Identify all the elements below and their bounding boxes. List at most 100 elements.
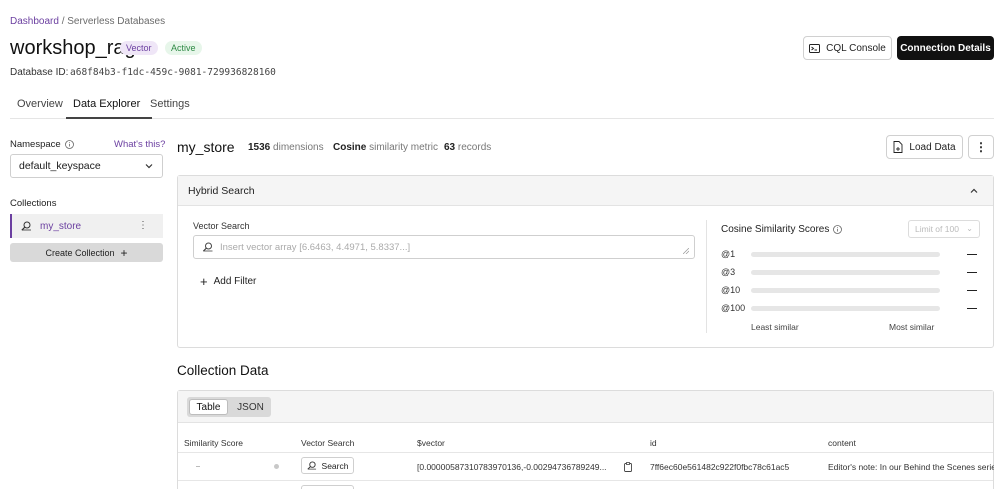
tab-data-explorer[interactable]: Data Explorer	[73, 98, 140, 110]
more-options-button[interactable]: ⋮	[968, 135, 994, 159]
records-label: records	[457, 142, 492, 153]
status-badge: Active	[165, 41, 202, 55]
namespace-label-text: Namespace	[10, 139, 61, 150]
row-search-button[interactable]: Search	[301, 457, 354, 474]
dimensions-value: 1536	[248, 142, 271, 153]
records-value: 63	[444, 142, 456, 153]
collection-data-panel: Table JSON Similarity Score Vector Searc…	[177, 390, 994, 489]
file-plus-icon	[893, 141, 903, 153]
score-label: @1	[721, 249, 736, 259]
most-similar-label: Most similar	[889, 322, 935, 332]
least-similar-label: Least similar	[751, 322, 799, 332]
plus-icon: +	[120, 245, 128, 260]
vector-cell: [0.00000587310783970136,-0.0029473678924…	[417, 462, 607, 472]
database-id-value: a68f84b3-f1dc-459c-9081-729936828160	[70, 67, 276, 78]
vector-search-icon	[306, 461, 316, 470]
row-divider	[178, 480, 993, 481]
view-toolbar: Table JSON	[178, 391, 993, 423]
score-empty-dash	[967, 290, 977, 291]
load-data-button[interactable]: Load Data	[886, 135, 963, 159]
terminal-icon	[809, 43, 821, 53]
plus-icon: +	[200, 274, 208, 289]
add-filter-label: Add Filter	[213, 276, 257, 287]
cql-console-button[interactable]: CQL Console	[803, 36, 892, 60]
resize-handle-icon[interactable]	[683, 248, 689, 254]
active-tab-indicator	[66, 117, 152, 119]
cosine-scores-title: Cosine Similarity Scores	[721, 224, 843, 235]
divider	[706, 220, 707, 333]
sidebar-item-my-store[interactable]: my_store ⋮	[10, 214, 163, 238]
tab-settings[interactable]: Settings	[150, 98, 190, 110]
copy-icon[interactable]	[624, 462, 632, 472]
vector-search-label: Vector Search	[193, 221, 250, 231]
kebab-menu-icon: ⋮	[975, 140, 987, 154]
metric-stat: Cosine similarity metric	[333, 142, 438, 153]
score-empty-dash	[967, 308, 977, 309]
kebab-menu-icon[interactable]: ⋮	[138, 220, 148, 231]
create-collection-button[interactable]: Create Collection +	[10, 243, 163, 262]
metric-value: Cosine	[333, 142, 367, 153]
add-filter-button[interactable]: + Add Filter	[200, 274, 256, 289]
column-header-vector-search[interactable]: Vector Search	[301, 438, 354, 448]
cosine-scores-title-text: Cosine Similarity Scores	[721, 224, 830, 235]
tab-overview[interactable]: Overview	[17, 98, 63, 110]
collections-label: Collections	[10, 198, 57, 209]
namespace-label: Namespace	[10, 139, 74, 150]
namespace-select[interactable]: default_keyspace	[10, 154, 163, 178]
vector-search-icon	[202, 242, 213, 252]
records-stat: 63 records	[444, 142, 491, 153]
whats-this-link[interactable]: What's this?	[114, 139, 165, 150]
hybrid-search-header[interactable]: Hybrid Search	[178, 176, 993, 206]
column-header-content[interactable]: content	[828, 438, 856, 448]
score-row-at1: @1	[721, 249, 981, 261]
collection-title: my_store	[177, 139, 235, 155]
breadcrumb: Dashboard / Serverless Databases	[10, 16, 165, 27]
metric-label: similarity metric	[369, 142, 439, 153]
status-dot	[274, 464, 279, 469]
content-cell: Editor's note: In our Behind the Scenes …	[828, 462, 994, 472]
score-row-at10: @10	[721, 285, 981, 297]
collection-data-title: Collection Data	[177, 363, 269, 378]
namespace-select-value: default_keyspace	[19, 160, 101, 172]
breadcrumb-current: Serverless Databases	[67, 16, 166, 27]
breadcrumb-separator: /	[58, 16, 68, 27]
info-icon[interactable]	[64, 140, 74, 149]
vector-search-placeholder: Insert vector array [6.6463, 4.4971, 5.8…	[220, 241, 411, 253]
vector-badge: Vector	[120, 41, 158, 55]
score-label: @3	[721, 267, 736, 277]
score-empty-dash	[967, 272, 977, 273]
view-mode-toggle: Table JSON	[187, 397, 271, 417]
info-icon[interactable]	[833, 225, 843, 234]
dimensions-stat: 1536 dimensions	[248, 142, 324, 153]
score-bar	[751, 270, 940, 275]
dimensions-label: dimensions	[273, 142, 324, 153]
score-bar	[751, 306, 940, 311]
score-row-at100: @100	[721, 303, 981, 315]
limit-select[interactable]: Limit of 100 ⌄	[908, 220, 980, 238]
row-search-label: Search	[321, 460, 349, 471]
hybrid-search-title: Hybrid Search	[188, 184, 255, 197]
chevron-up-icon[interactable]	[969, 186, 979, 196]
row-search-button[interactable]	[301, 485, 354, 489]
score-empty-dash	[967, 254, 977, 255]
column-header-vector[interactable]: $vector	[417, 438, 445, 448]
score-label: @100	[721, 303, 746, 313]
score-row-at3: @3	[721, 267, 981, 279]
view-table-button[interactable]: Table	[189, 399, 228, 415]
connection-details-button[interactable]: Connection Details	[897, 36, 994, 60]
row-divider	[178, 452, 993, 453]
vector-search-input[interactable]: Insert vector array [6.6463, 4.4971, 5.8…	[193, 235, 695, 259]
vector-search-icon	[21, 221, 31, 231]
hybrid-search-panel: Hybrid Search Vector Search Insert vecto…	[177, 175, 994, 348]
create-collection-label: Create Collection	[45, 247, 115, 258]
tab-bar: Overview Data Explorer Settings	[10, 92, 994, 119]
chevron-down-icon	[145, 164, 153, 169]
sidebar-item-label: my_store	[40, 220, 82, 232]
score-bar	[751, 288, 940, 293]
view-json-button[interactable]: JSON	[234, 399, 267, 415]
column-header-similarity[interactable]: Similarity Score	[184, 438, 243, 448]
limit-select-placeholder: Limit of 100	[915, 224, 959, 234]
column-header-id[interactable]: id	[650, 438, 657, 448]
load-data-label: Load Data	[909, 141, 956, 153]
breadcrumb-dashboard-link[interactable]: Dashboard	[10, 16, 59, 27]
